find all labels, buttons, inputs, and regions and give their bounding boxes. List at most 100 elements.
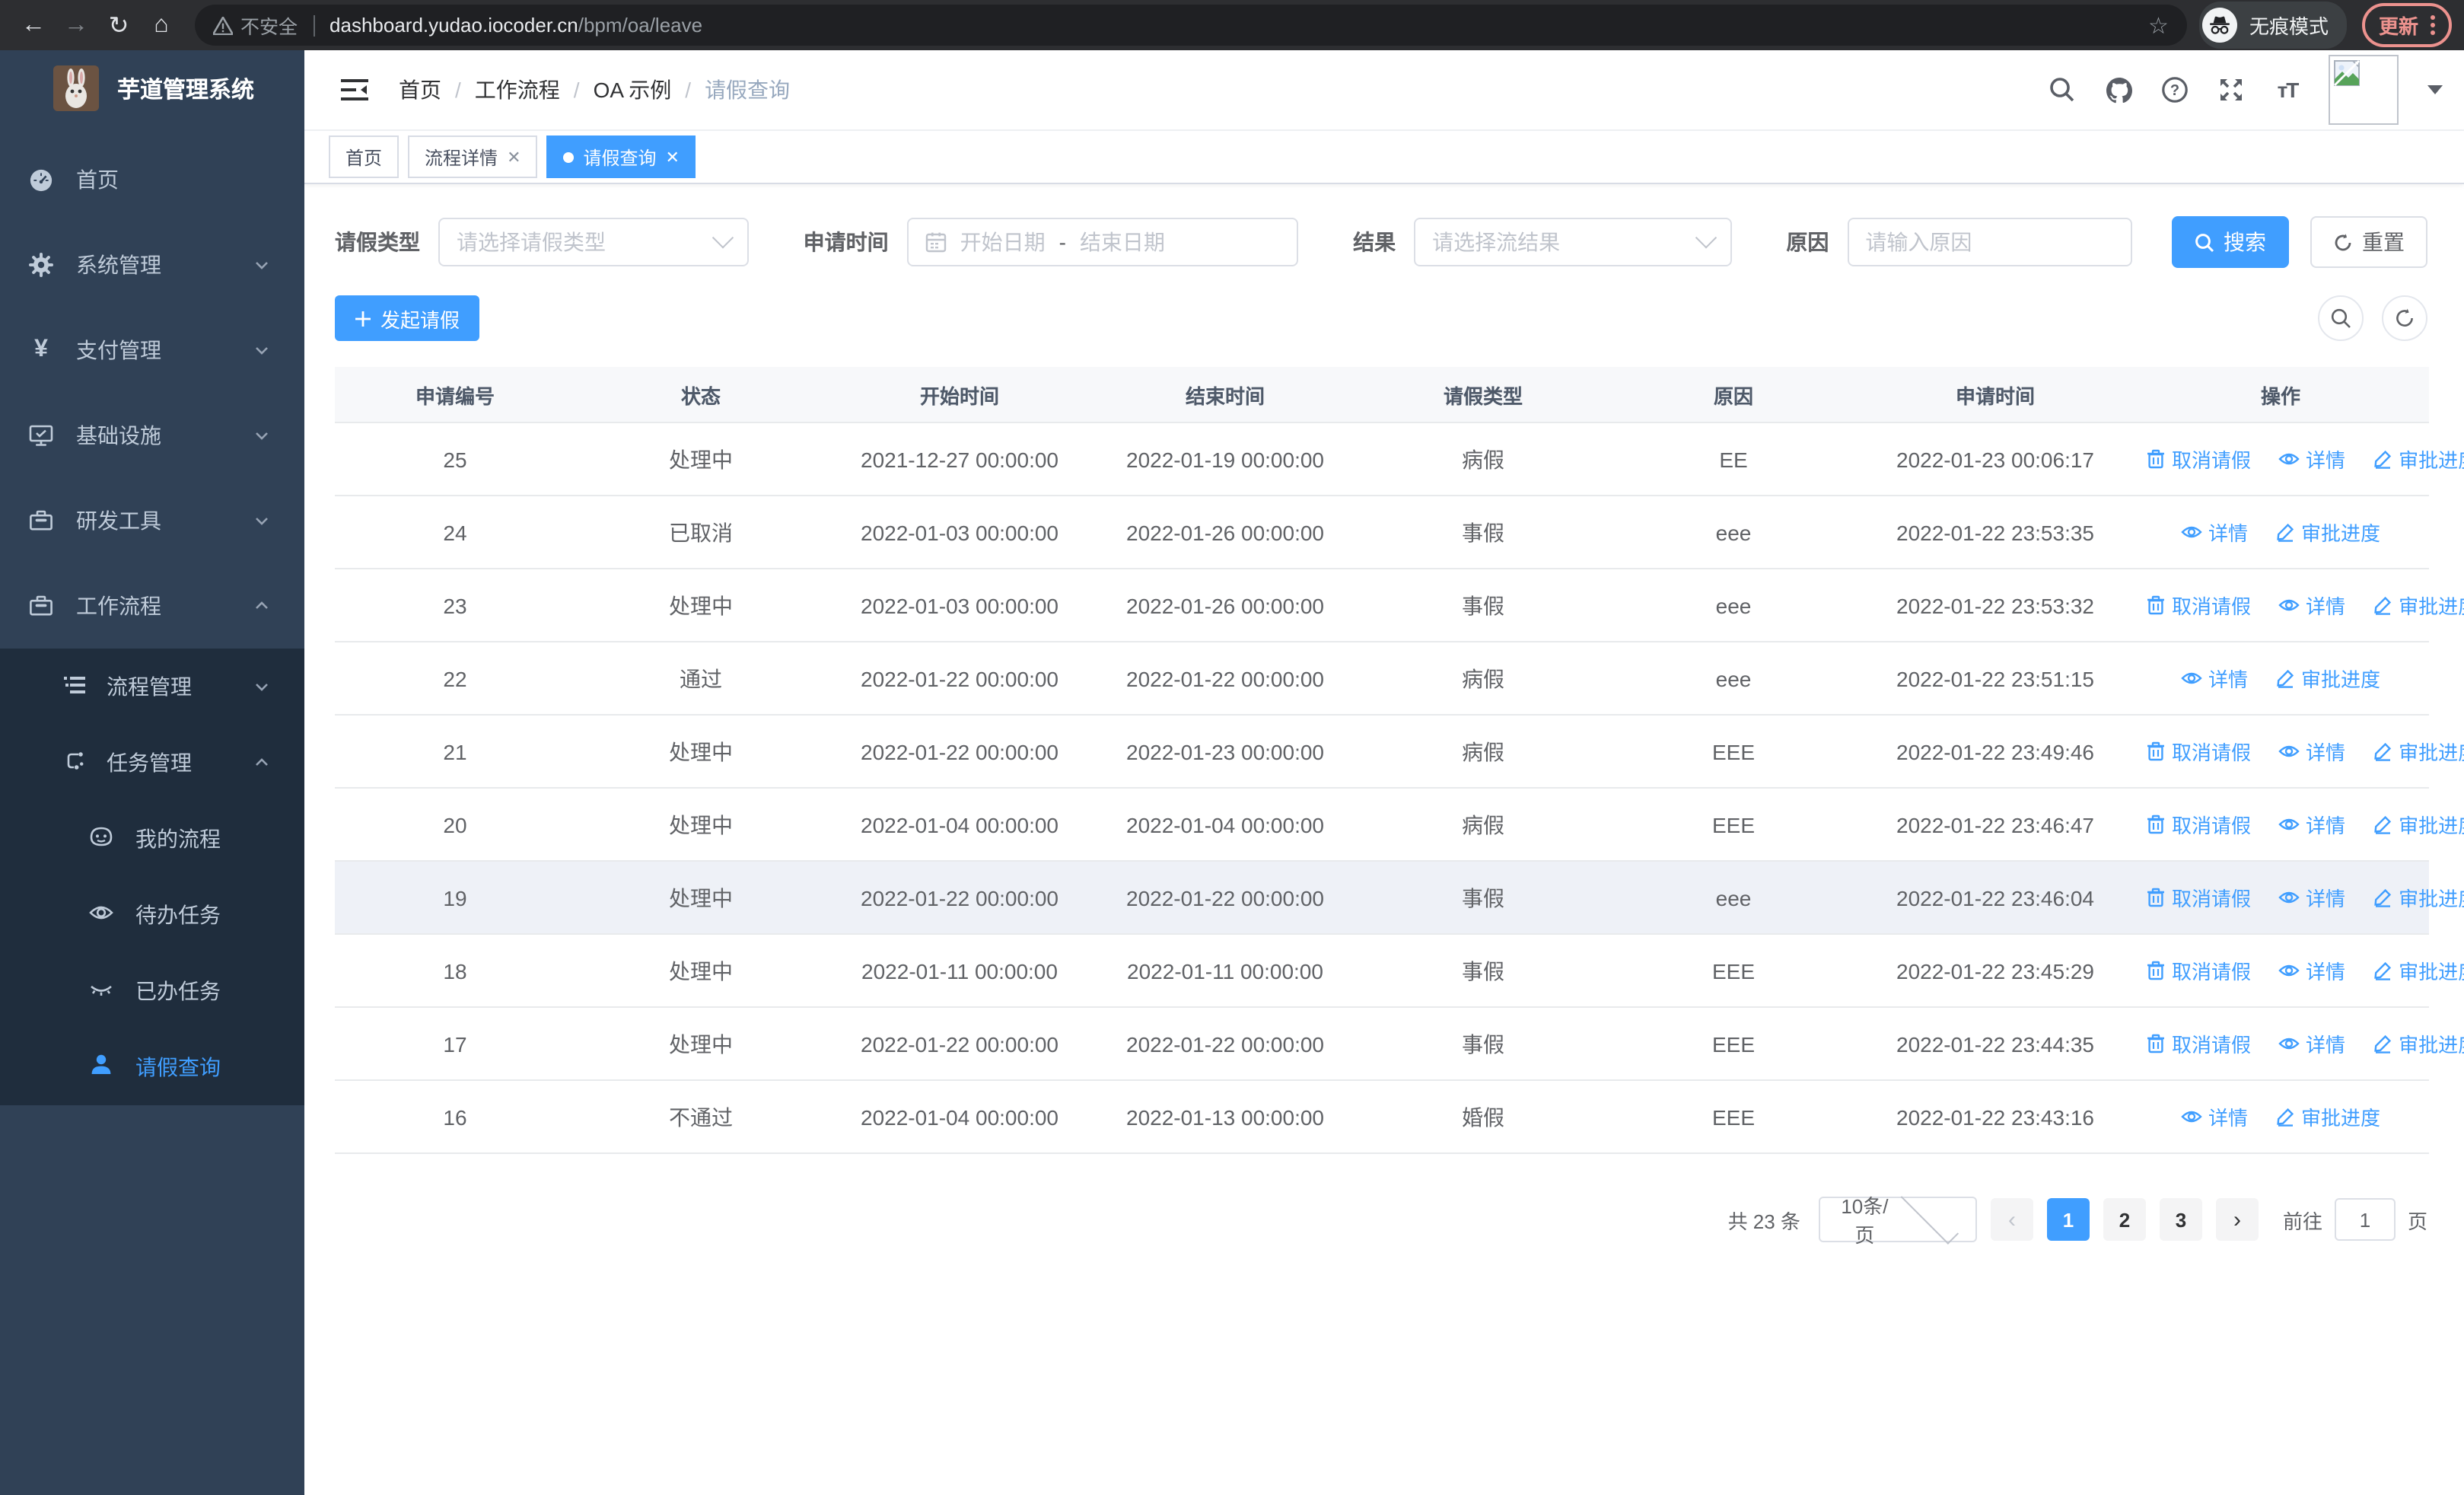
progress-action-link[interactable]: 审批进度 <box>2373 1029 2464 1058</box>
url-bar[interactable]: 不安全 dashboard.yudao.iocoder.cn/bpm/oa/le… <box>195 5 2187 46</box>
detail-action-link[interactable]: 详情 <box>2278 883 2345 912</box>
detail-action-link[interactable]: 详情 <box>2181 664 2248 693</box>
progress-action-link[interactable]: 审批进度 <box>2373 956 2464 985</box>
help-icon[interactable]: ? <box>2160 75 2190 105</box>
cancel-action-link[interactable]: 取消请假 <box>2146 883 2251 912</box>
reload-icon[interactable]: ↻ <box>97 4 140 46</box>
page-button-1[interactable]: 1 <box>2046 1198 2090 1241</box>
sidebar-item-infra[interactable]: 基础设施 <box>0 393 304 478</box>
sidebar-item-home[interactable]: 首页 <box>0 137 304 222</box>
detail-action-link[interactable]: 详情 <box>2278 1029 2345 1058</box>
detail-action-link[interactable]: 详情 <box>2181 518 2248 547</box>
table-row[interactable]: 22 通过 2022-01-22 00:00:00 2022-01-22 00:00:… <box>335 642 2429 716</box>
github-icon[interactable] <box>2103 75 2134 105</box>
id-cell: 24 <box>335 496 575 569</box>
tab-home[interactable]: 首页 <box>329 135 400 178</box>
close-icon[interactable]: ✕ <box>507 147 520 167</box>
reason-input[interactable]: 请输入原因 <box>1847 218 2132 266</box>
table-row[interactable]: 24 已取消 2022-01-03 00:00:00 2022-01-26 00:00… <box>335 496 2429 569</box>
sidebar-item-done-tasks[interactable]: 已办任务 <box>0 953 304 1029</box>
next-page-button[interactable]: › <box>2215 1198 2259 1241</box>
font-size-icon[interactable]: ᴛT <box>2272 75 2303 105</box>
progress-action-link[interactable]: 审批进度 <box>2275 664 2380 693</box>
cancel-action-link[interactable]: 取消请假 <box>2146 810 2251 839</box>
avatar[interactable] <box>2329 55 2399 125</box>
progress-action-link[interactable]: 审批进度 <box>2373 445 2464 473</box>
end-date-input[interactable]: 结束日期 <box>1080 227 1165 257</box>
sidebar-item-todo-tasks[interactable]: 待办任务 <box>0 877 304 953</box>
search-button[interactable]: 搜索 <box>2171 216 2289 268</box>
avatar-dropdown-icon[interactable] <box>2427 85 2443 94</box>
table-row[interactable]: 19 处理中 2022-01-22 00:00:00 2022-01-22 00:00… <box>335 861 2464 935</box>
prev-page-button[interactable]: ‹ <box>1990 1198 2033 1241</box>
close-icon[interactable]: ✕ <box>666 147 680 167</box>
sidebar-item-task-mgmt[interactable]: 任务管理 <box>0 725 304 801</box>
start-date-input[interactable]: 开始日期 <box>960 227 1046 257</box>
id-cell: 25 <box>335 422 575 496</box>
sidebar-item-payment[interactable]: ¥ 支付管理 <box>0 308 304 393</box>
bookmark-star-icon[interactable]: ☆ <box>2148 11 2169 39</box>
detail-action-link[interactable]: 详情 <box>2278 445 2345 473</box>
sidebar-item-leave-query[interactable]: 请假查询 <box>0 1029 304 1105</box>
table-row[interactable]: 25 处理中 2021-12-27 00:00:00 2022-01-19 00:00… <box>335 422 2464 496</box>
breadcrumb-home[interactable]: 首页 <box>399 75 441 105</box>
leave-type-select[interactable]: 请选择请假类型 <box>438 218 749 266</box>
page-button-2[interactable]: 2 <box>2103 1198 2146 1241</box>
sidebar-item-my-process[interactable]: 我的流程 <box>0 801 304 877</box>
table-refresh-icon[interactable] <box>2382 295 2427 341</box>
page-size-select[interactable]: 10条/页 <box>1818 1186 1977 1247</box>
logo-image <box>53 65 99 111</box>
result-select[interactable]: 请选择流结果 <box>1414 218 1732 266</box>
date-range-picker[interactable]: 开始日期 - 结束日期 <box>906 218 1299 266</box>
collapse-sidebar-icon[interactable] <box>338 73 371 107</box>
forward-icon[interactable]: → <box>55 4 97 46</box>
breadcrumb-workflow[interactable]: 工作流程 <box>475 75 560 105</box>
browser-menu-icon[interactable] <box>2431 15 2435 35</box>
detail-action-link[interactable]: 详情 <box>2278 956 2345 985</box>
tab-leave-query[interactable]: 请假查询 ✕ <box>546 135 696 178</box>
start-cell: 2022-01-22 00:00:00 <box>826 1007 1093 1081</box>
reset-button[interactable]: 重置 <box>2310 216 2427 268</box>
progress-action-link[interactable]: 审批进度 <box>2373 591 2464 620</box>
progress-action-link[interactable]: 审批进度 <box>2275 1102 2380 1131</box>
table-row[interactable]: 20 处理中 2022-01-04 00:00:00 2022-01-04 00:00… <box>335 788 2464 862</box>
goto-page-input[interactable]: 1 <box>2334 1198 2396 1241</box>
table-row[interactable]: 17 处理中 2022-01-22 00:00:00 2022-01-22 00:00… <box>335 1007 2464 1081</box>
search-icon[interactable] <box>2047 75 2077 105</box>
home-icon[interactable]: ⌂ <box>140 4 183 46</box>
sidebar-item-system[interactable]: 系统管理 <box>0 222 304 308</box>
cancel-action-link[interactable]: 取消请假 <box>2146 737 2251 766</box>
cancel-action-link[interactable]: 取消请假 <box>2146 445 2251 473</box>
table-row[interactable]: 23 处理中 2022-01-03 00:00:00 2022-01-26 00:00… <box>335 569 2464 642</box>
cancel-action-link[interactable]: 取消请假 <box>2146 591 2251 620</box>
back-icon[interactable]: ← <box>12 4 55 46</box>
progress-action-link[interactable]: 审批进度 <box>2275 518 2380 547</box>
detail-action-link[interactable]: 详情 <box>2278 591 2345 620</box>
tab-process-detail[interactable]: 流程详情 ✕ <box>408 135 538 178</box>
progress-action-link[interactable]: 审批进度 <box>2373 737 2464 766</box>
detail-action-link[interactable]: 详情 <box>2278 737 2345 766</box>
tabs-bar: 首页 流程详情 ✕ 请假查询 ✕ <box>304 131 2464 184</box>
table-row[interactable]: 21 处理中 2022-01-22 00:00:00 2022-01-23 00:00… <box>335 715 2464 789</box>
progress-action-link[interactable]: 审批进度 <box>2373 810 2464 839</box>
browser-update-button[interactable]: 更新 <box>2361 3 2452 47</box>
create-leave-button[interactable]: 发起请假 <box>335 295 480 341</box>
start-cell: 2022-01-04 00:00:00 <box>826 788 1093 862</box>
cancel-action-link[interactable]: 取消请假 <box>2146 956 2251 985</box>
cancel-action-link[interactable]: 取消请假 <box>2146 1029 2251 1058</box>
page-button-3[interactable]: 3 <box>2159 1198 2202 1241</box>
fullscreen-icon[interactable] <box>2216 75 2246 105</box>
breadcrumb-oa[interactable]: OA 示例 <box>594 75 672 105</box>
url-text[interactable]: dashboard.yudao.iocoder.cn/bpm/oa/leave <box>329 14 2136 37</box>
table-search-toggle-icon[interactable] <box>2318 295 2364 341</box>
table-row[interactable]: 16 不通过 2022-01-04 00:00:00 2022-01-13 00:00… <box>335 1080 2429 1154</box>
progress-action-link[interactable]: 审批进度 <box>2373 883 2464 912</box>
detail-action-link[interactable]: 详情 <box>2278 810 2345 839</box>
app-logo[interactable]: 芋道管理系统 <box>0 50 304 126</box>
sidebar-item-process-mgmt[interactable]: 流程管理 <box>0 649 304 725</box>
detail-action-link[interactable]: 详情 <box>2181 1102 2248 1131</box>
not-secure-warning[interactable]: 不安全 <box>213 11 298 40</box>
sidebar-item-devtools[interactable]: 研发工具 <box>0 478 304 563</box>
table-row[interactable]: 18 处理中 2022-01-11 00:00:00 2022-01-11 00:00… <box>335 934 2464 1008</box>
sidebar-item-workflow[interactable]: 工作流程 <box>0 563 304 649</box>
